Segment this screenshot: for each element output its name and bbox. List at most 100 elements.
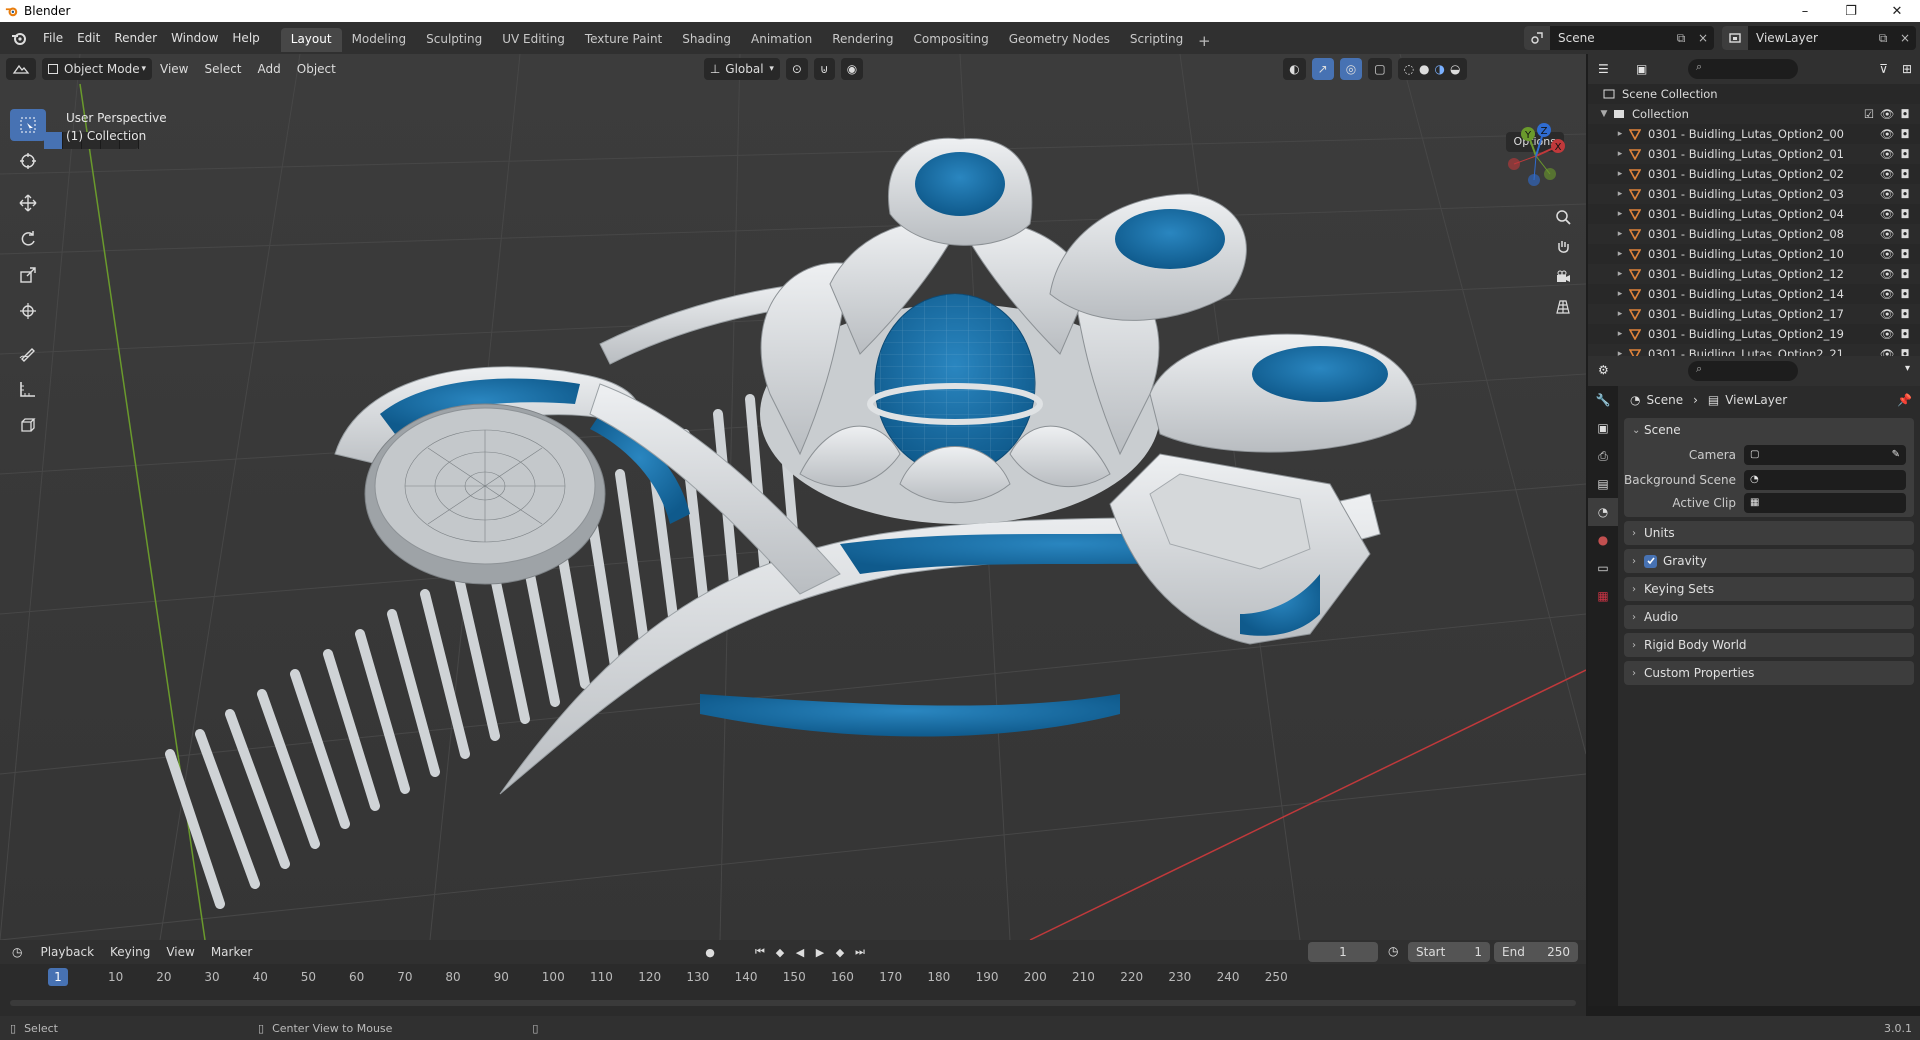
- play-reverse-icon[interactable]: ◀: [790, 942, 810, 962]
- timeline-scrollbar[interactable]: [10, 1000, 1576, 1006]
- camera-render-icon[interactable]: ◘: [1896, 226, 1914, 242]
- camera-render-icon[interactable]: ◘: [1896, 186, 1914, 202]
- tab-animation[interactable]: Animation: [741, 28, 822, 52]
- camera-field[interactable]: ▢ ✎: [1744, 444, 1906, 465]
- expand-object-icon[interactable]: ▸: [1614, 289, 1626, 299]
- close-button[interactable]: ✕: [1874, 0, 1920, 22]
- camera-render-icon[interactable]: ◘: [1896, 206, 1914, 222]
- menu-help[interactable]: Help: [225, 26, 266, 50]
- keying-sets-panel[interactable]: › Keying Sets: [1624, 577, 1914, 601]
- camera-render-icon[interactable]: ◘: [1896, 286, 1914, 302]
- tab-render[interactable]: ▣: [1588, 414, 1618, 442]
- timeline-editor-icon[interactable]: ◷: [12, 945, 22, 959]
- eye-icon[interactable]: 👁: [1878, 126, 1896, 142]
- maximize-button[interactable]: ❐: [1828, 0, 1874, 22]
- eye-icon[interactable]: 👁: [1878, 226, 1896, 242]
- eye-icon[interactable]: 👁: [1878, 246, 1896, 262]
- start-frame-field[interactable]: Start 1: [1408, 942, 1490, 962]
- tab-geometry-nodes[interactable]: Geometry Nodes: [999, 28, 1120, 52]
- gizmo-neg-z-handle[interactable]: [1528, 174, 1540, 186]
- eye-icon[interactable]: 👁: [1878, 106, 1896, 122]
- tab-tool[interactable]: 🔧: [1588, 386, 1618, 414]
- tab-texture-paint[interactable]: Texture Paint: [575, 28, 672, 52]
- filter-icon[interactable]: ⊽: [1879, 62, 1888, 76]
- rigid-body-world-panel[interactable]: › Rigid Body World: [1624, 633, 1914, 657]
- eye-icon[interactable]: 👁: [1878, 266, 1896, 282]
- play-icon[interactable]: ▶: [810, 942, 830, 962]
- mode-selector[interactable]: Object Mode ▾: [42, 58, 152, 80]
- eye-icon[interactable]: 👁: [1878, 146, 1896, 162]
- tab-scene[interactable]: ◔: [1588, 498, 1618, 526]
- tab-collection[interactable]: ▭: [1588, 554, 1618, 582]
- menu-window[interactable]: Window: [164, 26, 225, 50]
- camera-render-icon[interactable]: ◘: [1896, 246, 1914, 262]
- expand-object-icon[interactable]: ▸: [1614, 209, 1626, 219]
- tab-sculpting[interactable]: Sculpting: [416, 28, 492, 52]
- menu-render[interactable]: Render: [107, 26, 164, 50]
- gizmo-neg-x-handle[interactable]: [1508, 158, 1520, 170]
- camera-view-icon[interactable]: [1550, 264, 1576, 290]
- eye-icon[interactable]: 👁: [1878, 286, 1896, 302]
- scene-selector[interactable]: Scene ⧉ ×: [1524, 26, 1714, 50]
- pivot-point-button[interactable]: ⊙: [785, 58, 808, 80]
- chevron-down-icon[interactable]: ▾: [1905, 363, 1910, 374]
- outliner-object-row[interactable]: ▸ 0301 - Buidling_Lutas_Option2_14 👁 ◘: [1588, 284, 1920, 304]
- outliner-object-row[interactable]: ▸ 0301 - Buidling_Lutas_Option2_00 👁 ◘: [1588, 124, 1920, 144]
- units-panel[interactable]: › Units: [1624, 521, 1914, 545]
- camera-render-icon[interactable]: ◘: [1896, 106, 1914, 122]
- expand-object-icon[interactable]: ▸: [1614, 309, 1626, 319]
- jump-end-icon[interactable]: ⏭: [850, 942, 870, 962]
- camera-render-icon[interactable]: ◘: [1896, 166, 1914, 182]
- cursor-tool[interactable]: [10, 145, 46, 177]
- blender-menu-icon[interactable]: [8, 27, 30, 49]
- gizmo-neg-y-handle[interactable]: [1544, 168, 1556, 180]
- tab-compositing[interactable]: Compositing: [903, 28, 998, 52]
- expand-collection-icon[interactable]: ▼: [1598, 109, 1610, 119]
- timeline-ruler[interactable]: 1 10 20 30 40 50 60 70 80 90 100 110 120 130 140 150 16…: [0, 964, 1586, 992]
- camera-render-icon[interactable]: ◘: [1896, 146, 1914, 162]
- pin-icon[interactable]: 📌: [1897, 393, 1912, 407]
- expand-object-icon[interactable]: ▸: [1614, 249, 1626, 259]
- material-shading-icon[interactable]: ◑: [1435, 62, 1445, 76]
- timeline-menu-playback[interactable]: Playback: [32, 945, 102, 959]
- scene-panel-header[interactable]: ⌄ Scene: [1624, 418, 1914, 442]
- exclude-checkbox-icon[interactable]: ☑: [1860, 106, 1878, 122]
- properties-search-input[interactable]: ⌕: [1688, 361, 1798, 381]
- overlay-toggle-button[interactable]: ◎: [1339, 58, 1363, 80]
- viewport-menu-select[interactable]: Select: [196, 62, 249, 76]
- current-frame-field[interactable]: 1: [1308, 942, 1378, 962]
- expand-object-icon[interactable]: ▸: [1614, 329, 1626, 339]
- viewport-scene[interactable]: [0, 54, 1586, 940]
- eye-icon[interactable]: 👁: [1878, 326, 1896, 342]
- outliner-object-row[interactable]: ▸ 0301 - Buidling_Lutas_Option2_10 👁 ◘: [1588, 244, 1920, 264]
- expand-object-icon[interactable]: ▸: [1614, 169, 1626, 179]
- timeline-menu-view[interactable]: View: [158, 945, 202, 959]
- scale-tool[interactable]: [10, 259, 46, 291]
- tab-modeling[interactable]: Modeling: [342, 28, 417, 52]
- outliner-object-row[interactable]: ▸ 0301 - Buidling_Lutas_Option2_01 👁 ◘: [1588, 144, 1920, 164]
- snap-toggle-button[interactable]: ⊍: [813, 58, 835, 80]
- next-keyframe-icon[interactable]: ◆: [830, 942, 850, 962]
- record-icon[interactable]: ●: [700, 942, 720, 962]
- end-frame-field[interactable]: End 250: [1494, 942, 1578, 962]
- delete-scene-icon[interactable]: ×: [1692, 31, 1714, 45]
- timeline-menu-marker[interactable]: Marker: [203, 945, 260, 959]
- new-viewlayer-icon[interactable]: ⧉: [1872, 31, 1894, 46]
- transform-tool[interactable]: [10, 295, 46, 327]
- outliner-editor-icon[interactable]: ☰: [1598, 62, 1622, 76]
- camera-render-icon[interactable]: ◘: [1896, 306, 1914, 322]
- transform-orientation-selector[interactable]: ⊥ Global ▾: [703, 58, 780, 80]
- outliner-object-row[interactable]: ▸ 0301 - Buidling_Lutas_Option2_19 👁 ◘: [1588, 324, 1920, 344]
- tab-texture[interactable]: ▦: [1588, 582, 1618, 610]
- visibility-button[interactable]: ◐: [1283, 58, 1306, 80]
- display-mode-icon[interactable]: ▣: [1636, 62, 1647, 76]
- current-frame-indicator[interactable]: 1: [48, 968, 68, 986]
- xray-toggle-button[interactable]: ▢: [1368, 58, 1392, 80]
- gravity-checkbox[interactable]: [1644, 554, 1657, 568]
- add-cube-tool[interactable]: [10, 409, 46, 441]
- tab-layout[interactable]: Layout: [280, 28, 342, 52]
- custom-properties-panel[interactable]: › Custom Properties: [1624, 661, 1914, 685]
- properties-editor-icon[interactable]: ⚙: [1598, 363, 1609, 377]
- jump-start-icon[interactable]: ⏮: [750, 942, 770, 962]
- expand-object-icon[interactable]: ▸: [1614, 149, 1626, 159]
